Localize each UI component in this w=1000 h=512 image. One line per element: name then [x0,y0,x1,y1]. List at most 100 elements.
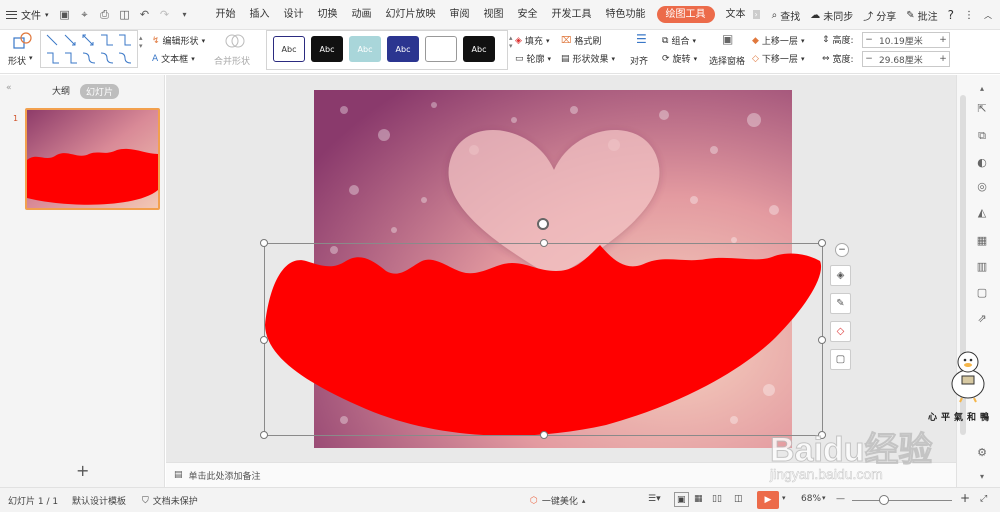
tab-outline[interactable]: 大纲 [52,84,70,97]
copy-icon[interactable]: ⧉ [975,129,989,143]
tab-home[interactable]: 开始 [209,0,243,30]
align-button[interactable]: ☰ 对齐 [630,32,656,70]
pen-icon[interactable]: ✎ [830,293,851,314]
zoom-out-button[interactable]: — [836,494,845,504]
width-stepper[interactable]: − 29.68厘米 + [862,51,950,67]
outline-button[interactable]: ▭ 轮廓 ▾ [515,52,551,66]
layers-icon[interactable]: ◈ [830,265,851,286]
tab-review[interactable]: 审阅 [443,0,477,30]
height-value[interactable]: 10.19厘米 [875,34,937,47]
zoom-slider-thumb[interactable] [879,495,889,505]
zoom-options-icon[interactable]: ▾ [822,494,826,502]
fill-icon[interactable]: ◭ [975,205,989,219]
slide-editing-canvas[interactable]: − ◈ ✎ ◇ ▢ [166,75,956,462]
tab-slides[interactable]: 幻灯片 [80,84,120,99]
bring-forward-button[interactable]: ◆ 上移一层 ▾ [752,34,804,48]
sync-button[interactable]: ☁ 未同步 [810,8,853,23]
fill-bucket-icon[interactable]: ◇ [830,321,851,342]
tab-design[interactable]: 设计 [277,0,311,30]
file-menu-button[interactable]: 文件 ▾ [0,0,55,30]
style-sample-1[interactable]: Abc [273,36,305,62]
fit-window-icon[interactable]: ⤢ [980,494,987,504]
presenter-view-icon[interactable]: ◫ [734,494,743,504]
scroll-down-icon[interactable]: ▾ [975,469,989,483]
print-preview-icon[interactable]: ◫ [118,8,132,22]
play-options-icon[interactable]: ▾ [782,494,786,502]
align-options-icon[interactable]: ☰▾ [648,494,661,504]
comment-button[interactable]: ✎ 批注 [906,8,937,23]
rotate-button[interactable]: ⟳ 旋转 ▾ [662,52,697,66]
style-gallery-scroll-icon[interactable]: ▴ ▾ [509,34,513,50]
tab-developer[interactable]: 开发工具 [545,0,599,30]
help-icon[interactable]: ? [948,8,954,22]
height-stepper[interactable]: − 10.19厘米 + [862,32,950,48]
document-icon[interactable]: ▢ [975,285,989,299]
tab-drawing-tools[interactable]: 绘图工具 [656,6,715,23]
shape-button[interactable]: 形状 ▾ [8,32,38,70]
group-button[interactable]: ⧉ 组合 ▾ [662,34,696,48]
redo-icon[interactable]: ↷ [158,8,172,22]
grid-icon[interactable]: ▦ [975,233,989,247]
tab-transitions[interactable]: 切换 [311,0,345,30]
rotate-handle-icon[interactable] [537,218,549,230]
template-name[interactable]: 默认设计模板 [72,494,126,507]
more-options-icon[interactable]: ⋮ [964,10,974,21]
beautify-button[interactable]: ⬡ 一键美化 ▴ [530,494,585,508]
undo-icon[interactable]: ↶ [138,8,152,22]
scroll-up-icon[interactable]: ▴ [975,81,989,95]
vertical-scrollbar[interactable] [960,95,966,435]
gallery-scroll-icon[interactable]: ▴ ▾ [139,34,143,50]
tab-animations[interactable]: 动画 [345,0,379,30]
height-decrement-button[interactable]: − [863,35,875,45]
document-protection[interactable]: ⛉ 文档未保护 [142,494,198,508]
share-button[interactable]: ⤴ 分享 [863,8,896,23]
add-slide-button[interactable]: + [76,461,89,480]
outline-frame-icon[interactable]: ▢ [830,349,851,370]
style-sample-2[interactable]: Abc [311,36,343,62]
normal-view-icon[interactable]: ▣ [674,492,689,507]
width-decrement-button[interactable]: − [863,54,875,64]
slide-thumbnail[interactable] [25,108,160,210]
textbox-button[interactable]: A 文本框 ▾ [152,52,195,66]
tab-view[interactable]: 视图 [477,0,511,30]
style-sample-6[interactable]: Abc [463,36,495,62]
merge-shape-button[interactable]: 合并形状 [214,32,260,70]
collapse-ribbon-icon[interactable]: ︿ [984,10,992,21]
style-sample-3[interactable]: Abc [349,36,381,62]
zoom-in-button[interactable]: + [960,491,970,505]
search-button[interactable]: ⌕ 查找 [772,8,801,23]
tab-text[interactable]: 文本 [719,0,753,30]
shape-style-gallery[interactable]: Abc Abc Abc Abc Abc [266,30,508,70]
selection-pane-button[interactable]: ▣ 选择窗格 [709,32,749,70]
customize-icon[interactable]: ▾ [178,8,192,22]
style-sample-4[interactable]: Abc [387,36,419,62]
print-icon[interactable]: ⎙ [98,8,112,22]
format-painter-icon[interactable]: ⌖ [78,8,92,22]
width-value[interactable]: 29.68厘米 [875,53,937,66]
shape-effect-button[interactable]: ▤ 形状效果 ▾ [561,52,615,66]
format-brush-button[interactable]: ⌧ 格式刷 [561,34,601,48]
reading-view-icon[interactable]: ▯▯ [712,494,722,504]
height-increment-button[interactable]: + [937,35,949,45]
location-icon[interactable]: ◎ [975,179,989,193]
tab-slideshow[interactable]: 幻灯片放映 [379,0,443,30]
style-sample-5[interactable] [425,36,457,62]
play-slideshow-button[interactable]: ▶ [757,491,779,509]
tab-features[interactable]: 特色功能 [599,0,653,30]
save-icon[interactable]: ▣ [58,8,72,22]
edit-shape-button[interactable]: ↯ 编辑形状 ▾ [152,34,205,48]
chart-icon[interactable]: ▥ [975,259,989,273]
tab-insert[interactable]: 插入 [243,0,277,30]
export-icon[interactable]: ⇗ [975,311,989,325]
send-backward-button[interactable]: ◇ 下移一层 ▾ [752,52,804,66]
select-icon[interactable]: ⇱ [975,101,989,115]
fill-button[interactable]: ◈ 填充 ▾ [515,34,549,48]
slide-sorter-icon[interactable]: ▦ [694,494,703,504]
shapes-gallery[interactable] [40,30,138,68]
settings-icon[interactable]: ⚙ [975,445,989,459]
width-increment-button[interactable]: + [937,54,949,64]
collapse-toolbar-icon[interactable]: − [835,243,849,257]
tab-security[interactable]: 安全 [511,0,545,30]
zoom-slider[interactable] [852,500,952,501]
shapes-icon[interactable]: ◐ [975,155,989,169]
